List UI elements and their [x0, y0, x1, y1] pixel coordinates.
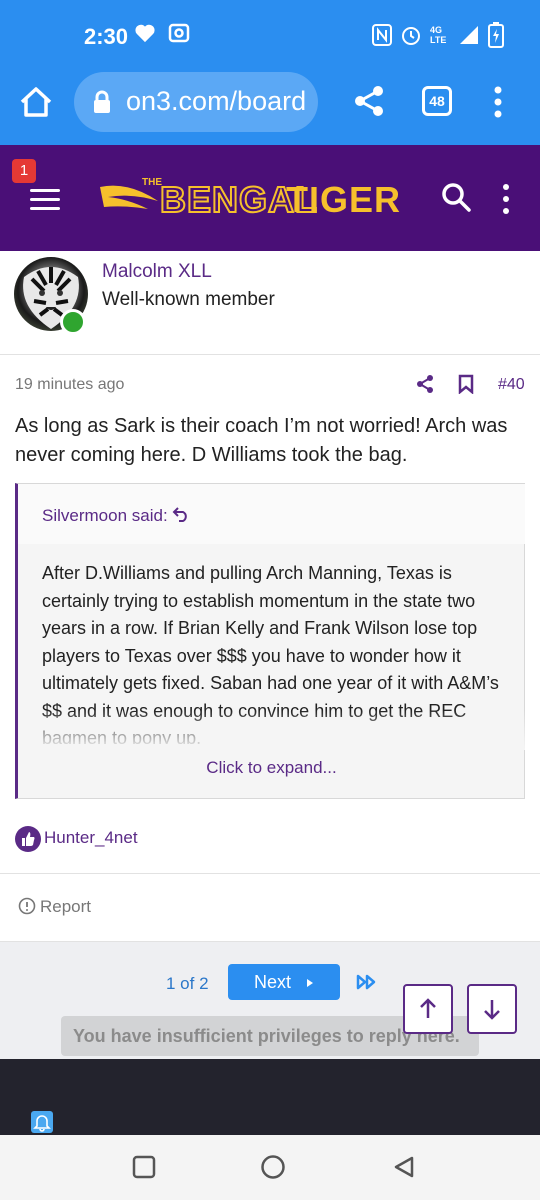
home-circle-icon[interactable] — [260, 1154, 286, 1180]
url-text: on3.com/board — [126, 86, 307, 116]
post-time[interactable]: 19 minutes ago — [15, 376, 124, 394]
arrow-up-icon — [420, 998, 436, 1018]
more-vert-icon[interactable] — [500, 183, 512, 215]
caret-right-icon — [307, 979, 314, 987]
url-bar[interactable]: on3.com/board — [74, 72, 318, 132]
user-title: Well-known member — [102, 289, 275, 310]
heart-icon — [135, 24, 155, 43]
cast-icon — [168, 23, 190, 43]
arrow-down-icon — [484, 1000, 500, 1020]
divider — [0, 873, 540, 874]
system-nav-bar — [0, 1135, 540, 1200]
site-footer — [0, 1059, 540, 1135]
tabs-button[interactable]: 48 — [422, 86, 452, 116]
logo-the: THE — [142, 177, 162, 188]
browser-toolbar: on3.com/board 48 — [0, 72, 540, 145]
battery-icon — [488, 22, 504, 48]
back-icon[interactable] — [392, 1155, 416, 1179]
post-number[interactable]: #40 — [498, 376, 525, 394]
signal-icon — [460, 26, 478, 44]
alarm-icon — [402, 27, 420, 45]
share-icon[interactable] — [352, 84, 386, 118]
lock-icon — [94, 90, 110, 113]
scroll-bottom-button[interactable] — [467, 984, 517, 1034]
scroll-top-button[interactable] — [403, 984, 453, 1034]
report-label: Report — [40, 897, 92, 916]
page-footer-controls: 1 of 2 Next You have insufficient privil… — [0, 941, 540, 1059]
quote-fade — [18, 710, 525, 750]
post-user-block: Malcolm XLL Well-known member — [0, 251, 540, 355]
home-icon[interactable] — [18, 84, 54, 120]
search-icon[interactable] — [440, 181, 472, 213]
network-label: 4G LTE — [430, 25, 447, 45]
more-vert-icon[interactable] — [490, 84, 506, 120]
quote-block: Silvermoon said: After D.Williams and pu… — [15, 483, 525, 799]
status-time: 2:30 — [84, 24, 129, 49]
bell-icon[interactable] — [31, 1111, 53, 1133]
expand-quote-link[interactable]: Click to expand... — [18, 758, 525, 778]
nfc-icon — [372, 24, 392, 46]
recents-icon[interactable] — [132, 1155, 156, 1179]
alert-circle-icon — [18, 897, 36, 915]
last-page-icon[interactable] — [356, 974, 378, 990]
site-header: 1 THE BENGAL TIGER — [0, 145, 540, 251]
online-status-icon — [60, 309, 86, 335]
notification-badge[interactable]: 1 — [12, 159, 36, 183]
site-logo[interactable]: THE BENGAL TIGER — [98, 177, 400, 223]
logo-tiger: TIGER — [286, 179, 402, 220]
quote-header: Silvermoon said: — [18, 484, 525, 544]
next-label: Next — [254, 972, 292, 992]
jump-to-quote-icon[interactable] — [172, 504, 190, 522]
post-meta: 19 minutes ago #40 — [0, 372, 540, 402]
bookmark-icon[interactable] — [458, 374, 474, 394]
share-icon[interactable] — [416, 374, 434, 394]
next-page-button[interactable]: Next — [228, 964, 340, 1000]
menu-icon[interactable] — [30, 189, 60, 211]
reaction-names[interactable]: Hunter_4net — [44, 828, 138, 848]
like-icon — [15, 826, 41, 852]
status-bar: 2:30 4G LTE — [0, 0, 540, 72]
quote-author[interactable]: Silvermoon said: — [42, 506, 168, 526]
page-info[interactable]: 1 of 2 — [166, 974, 209, 994]
post-username[interactable]: Malcolm XLL — [102, 261, 212, 283]
post-body: As long as Sark is their coach I’m not w… — [15, 415, 508, 466]
